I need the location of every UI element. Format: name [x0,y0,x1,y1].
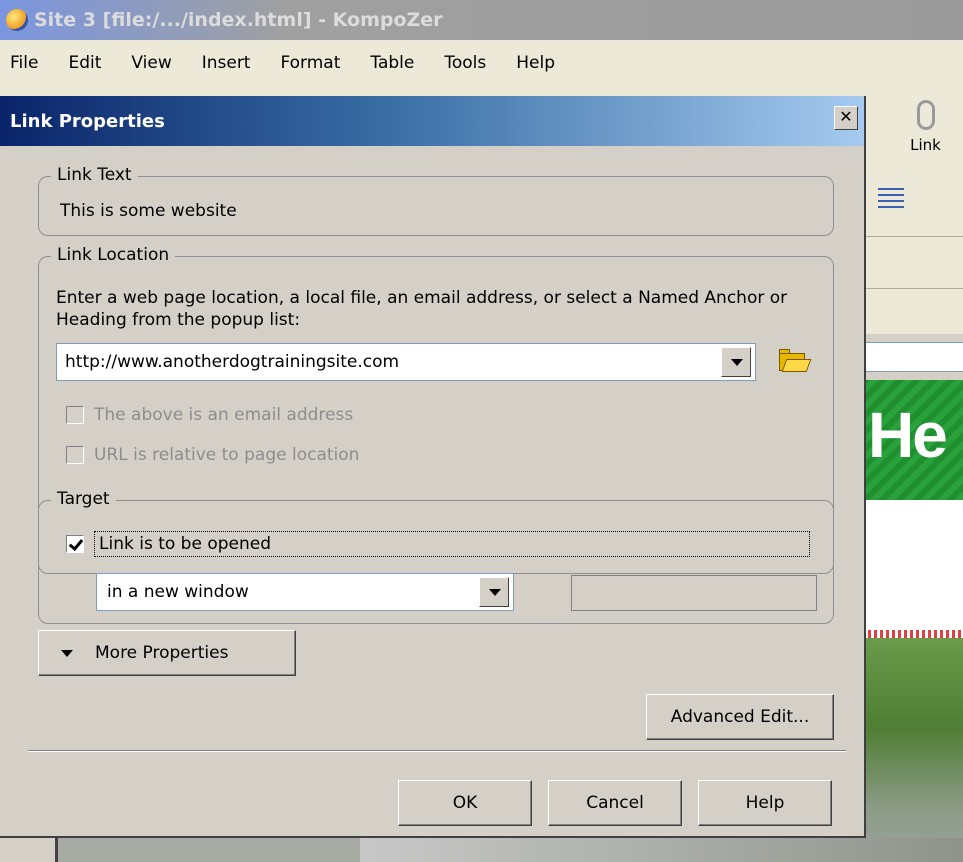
more-properties-button[interactable]: More Properties [38,630,296,676]
menu-view[interactable]: View [131,53,171,73]
url-dropdown-chevron-down-icon[interactable] [721,347,751,377]
page-dotted-divider [862,630,963,638]
email-address-checkbox[interactable] [66,406,84,424]
relative-url-checkbox[interactable] [66,446,84,464]
target-name-field [571,575,817,611]
target-dropdown-chevron-down-icon[interactable] [479,577,509,607]
close-button[interactable]: ✕ [834,106,858,130]
menu-file[interactable]: File [10,53,38,73]
target-select[interactable]: in a new window [96,573,514,611]
ok-button[interactable]: OK [398,780,532,826]
cancel-button[interactable]: Cancel [548,780,682,826]
link-text-legend: Link Text [51,164,138,186]
menu-format[interactable]: Format [280,53,340,73]
email-address-label: The above is an email address [94,405,354,425]
relative-url-label: URL is relative to page location [94,445,360,465]
page-banner-heading: He [862,380,963,500]
dialog-title-bar[interactable]: Link Properties [0,96,864,146]
page-photo [862,638,963,862]
menu-insert[interactable]: Insert [202,53,251,73]
advanced-edit-button[interactable]: Advanced Edit... [646,694,834,740]
target-group: Target Link is to be opened in a new win… [38,488,834,624]
target-legend: Target [51,488,116,510]
link-location-description: Enter a web page location, a local file,… [56,288,788,330]
link-toolbar-button[interactable]: Link [888,100,963,170]
chain-link-icon [916,100,935,130]
address-field-fragment[interactable] [862,342,963,372]
list-indent-icon[interactable] [876,184,906,214]
disclosure-triangle-icon [61,649,73,657]
app-title-bar: Site 3 [file:/.../index.html] - KompoZer [0,0,963,40]
folder-open-icon[interactable] [779,349,812,373]
help-button[interactable]: Help [698,780,832,826]
email-address-checkbox-row[interactable]: The above is an email address [66,405,353,425]
relative-url-checkbox-row[interactable]: URL is relative to page location [66,445,359,465]
link-text-group: Link Text This is some website [38,164,834,236]
open-link-checkbox[interactable] [66,535,84,553]
link-properties-dialog: Link Properties ✕ Link Text This is some… [0,96,866,838]
dialog-separator [28,750,846,752]
open-link-label: Link is to be opened [94,531,810,557]
dialog-title: Link Properties [10,110,165,132]
menu-edit[interactable]: Edit [68,53,101,73]
menu-tools[interactable]: Tools [444,53,486,73]
page-content-area [862,500,963,630]
open-link-checkbox-row[interactable]: Link is to be opened [66,531,810,557]
format-toolbar-strip [862,236,963,288]
page-bottom-content [0,838,963,862]
link-toolbar-label: Link [910,136,941,154]
menu-help[interactable]: Help [516,53,555,73]
more-properties-label: More Properties [95,643,229,663]
menu-bar: File Edit View Insert Format Table Tools… [0,40,963,86]
link-text-value: This is some website [60,201,237,221]
url-input[interactable]: http://www.anotherdogtrainingsite.com [56,343,756,381]
tab-strip [862,288,963,334]
kompozer-logo-icon [6,9,28,31]
close-icon: ✕ [839,107,853,126]
link-location-legend: Link Location [51,244,176,266]
menu-table[interactable]: Table [370,53,414,73]
app-title: Site 3 [file:/.../index.html] - KompoZer [34,9,443,31]
